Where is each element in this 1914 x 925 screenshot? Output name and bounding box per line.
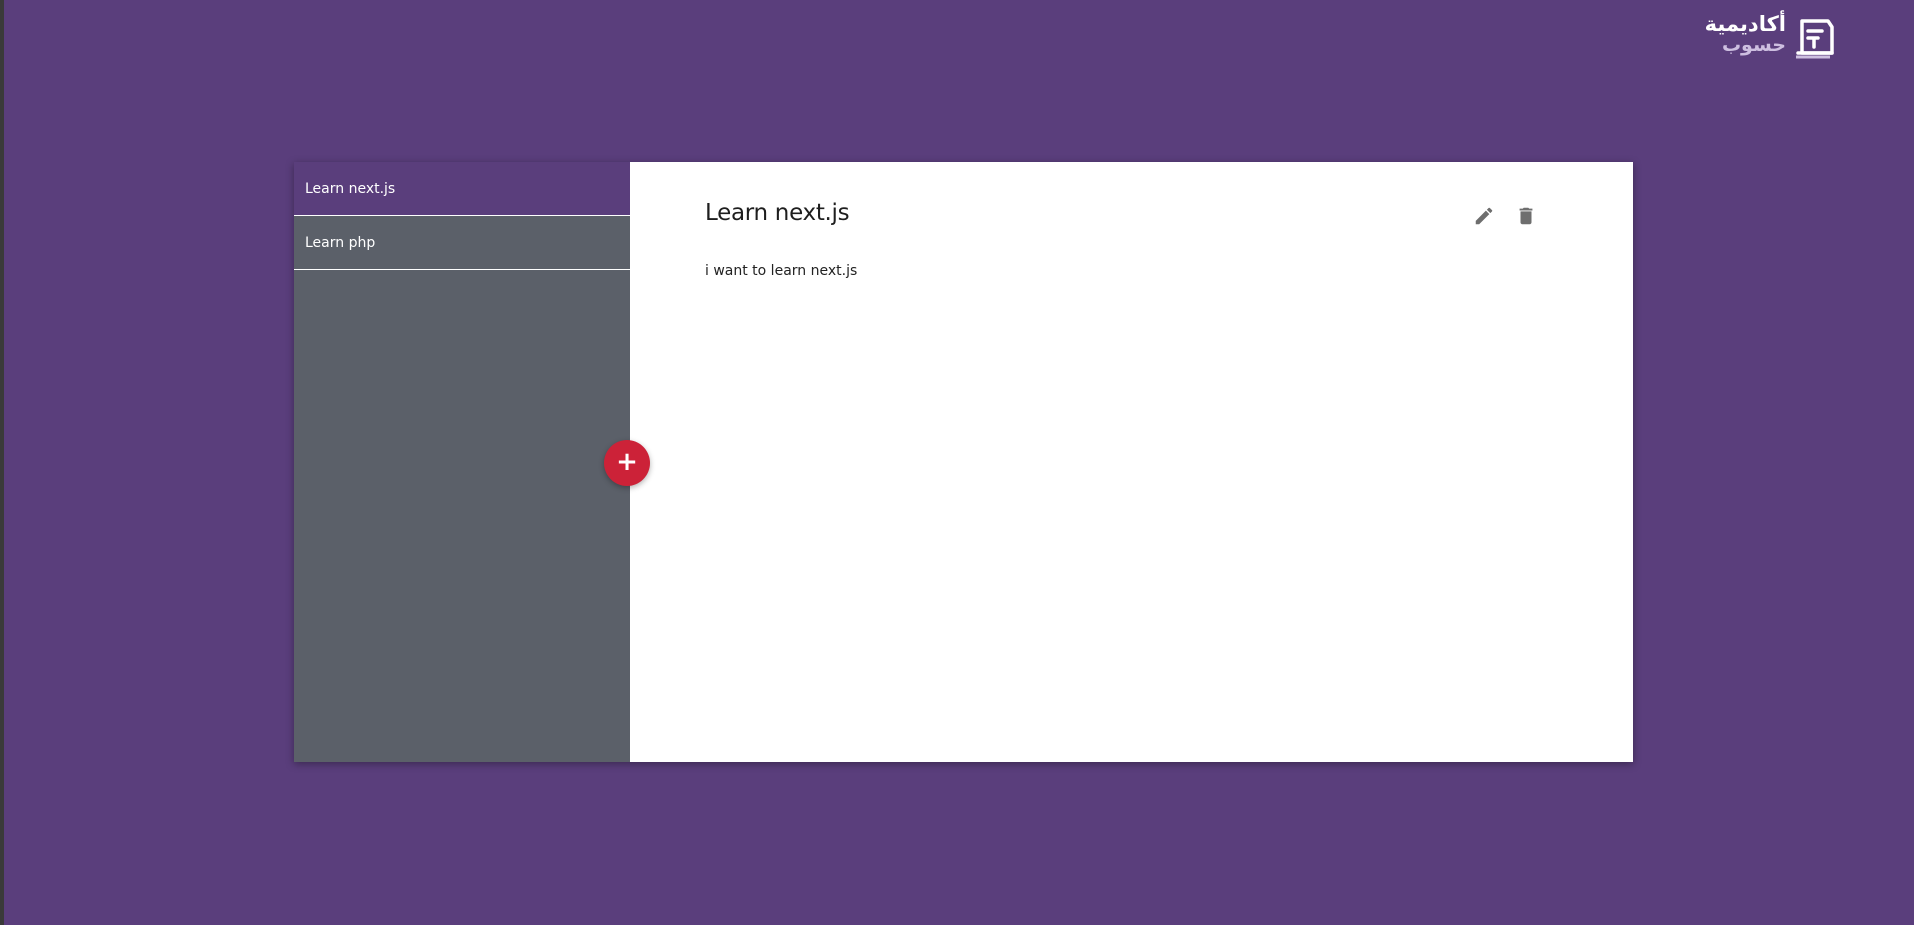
page-background: أكاديمية حسوب Learn next.js Learn php Le… <box>4 0 1914 925</box>
sidebar-item-label: Learn php <box>305 234 376 251</box>
notes-sidebar: Learn next.js Learn php <box>294 162 630 762</box>
sidebar-item-label: Learn next.js <box>305 180 396 197</box>
notes-app: Learn next.js Learn php Learn next.js i … <box>294 162 1633 762</box>
logo-line-1: أكاديمية <box>1704 12 1786 36</box>
sidebar-item-learn-nextjs[interactable]: Learn next.js <box>294 162 630 216</box>
edit-button[interactable] <box>1472 204 1496 228</box>
logo-text: أكاديمية حسوب <box>1705 14 1786 55</box>
trash-icon <box>1519 207 1533 225</box>
note-detail: Learn next.js i want to learn next.js <box>630 162 1633 762</box>
pencil-icon <box>1475 207 1493 225</box>
plus-icon: + <box>616 447 638 477</box>
sidebar-item-learn-php[interactable]: Learn php <box>294 216 630 270</box>
note-title: Learn next.js <box>705 200 850 226</box>
delete-button[interactable] <box>1514 204 1538 228</box>
hsoub-logo-icon <box>1796 19 1834 59</box>
brand-logo[interactable]: أكاديمية حسوب <box>1700 14 1836 60</box>
note-actions <box>1472 204 1538 228</box>
note-body: i want to learn next.js <box>705 263 858 279</box>
logo-line-2: حسوب <box>1721 34 1786 56</box>
add-note-button[interactable]: + <box>604 440 650 486</box>
